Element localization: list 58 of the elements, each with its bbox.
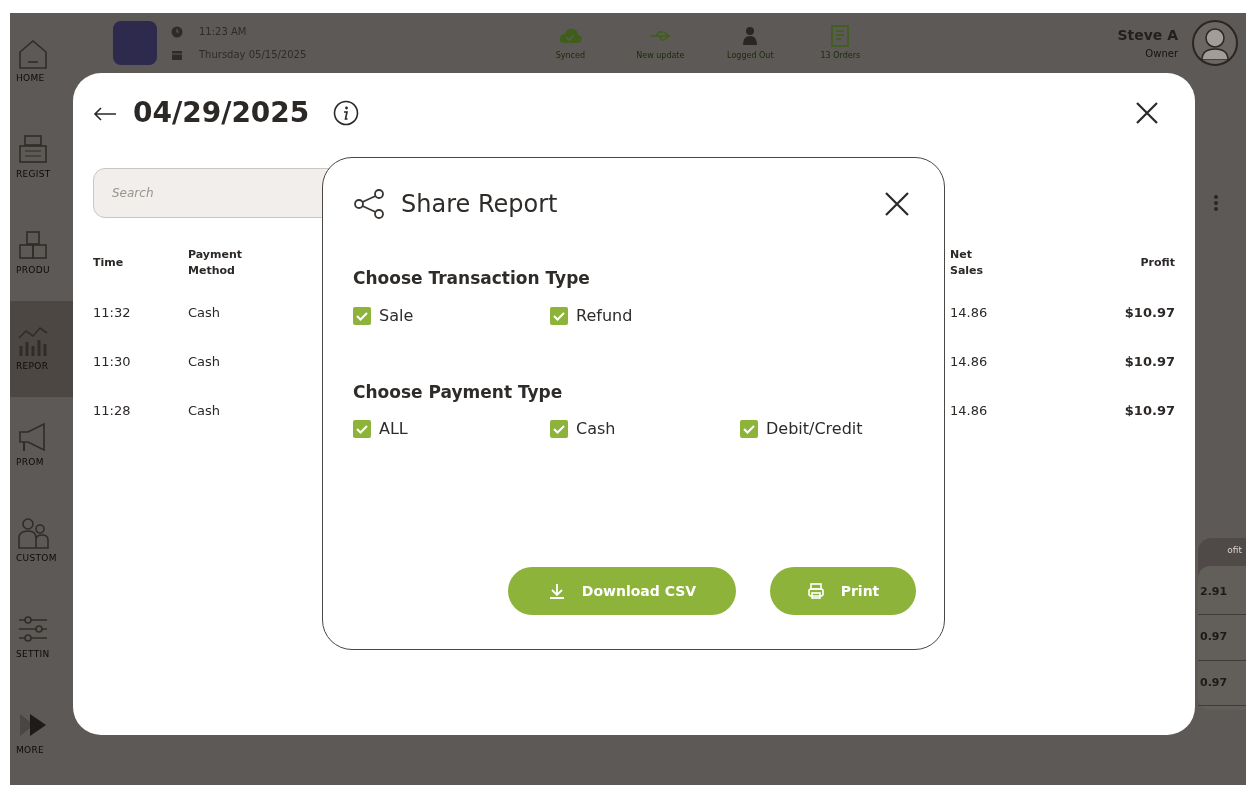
info-icon[interactable] — [333, 100, 360, 126]
table-cell-text: Cash — [188, 401, 221, 420]
checkbox-option[interactable]: Sale — [353, 303, 550, 328]
checkbox[interactable] — [740, 420, 758, 438]
status-indicator[interactable]: Synced — [525, 24, 616, 62]
status-indicator[interactable]: New update — [615, 24, 706, 62]
dialog-title: Share Report — [401, 189, 558, 220]
calendar-icon — [171, 48, 183, 61]
status-indicator[interactable]: Logged Out — [705, 24, 796, 62]
sidebar-item[interactable]: HOME — [10, 13, 105, 109]
section-heading: Choose Payment Type — [353, 380, 564, 404]
sidebar-item[interactable]: CUSTOM — [10, 493, 105, 589]
report-date: 04/29/2025 — [133, 95, 310, 131]
section-heading: Choose Transaction Type — [353, 267, 591, 290]
kebab-menu-icon[interactable] — [1212, 193, 1220, 213]
checkbox-option[interactable]: Refund — [550, 303, 740, 328]
back-arrow-icon[interactable] — [93, 105, 117, 122]
checkbox[interactable] — [353, 306, 371, 325]
user-avatar[interactable] — [1192, 20, 1238, 66]
table-cell-text: 14.86 — [950, 303, 988, 322]
sidebar-item[interactable]: MORE — [10, 685, 105, 781]
table-cell-text: 14.86 — [950, 352, 988, 371]
user-role: Owner — [1144, 47, 1178, 61]
chart-icon — [16, 324, 50, 359]
column-header: Payment Method — [188, 246, 244, 279]
sidebar-item[interactable]: SETTIN — [10, 589, 105, 685]
column-header: Time — [93, 254, 124, 271]
share-icon — [353, 188, 385, 220]
summary-value: 2.91 — [1198, 569, 1246, 615]
table-cell-text: $10.97 — [1124, 352, 1175, 371]
summary-value: 0.97 — [1198, 660, 1246, 706]
close-icon[interactable] — [1135, 101, 1159, 126]
download-icon — [547, 582, 566, 600]
download-button[interactable]: Download CSV — [508, 567, 736, 615]
column-header: Profit — [1140, 254, 1175, 271]
column-header: Net Sales — [950, 246, 985, 279]
user-name: Steve A — [1117, 26, 1178, 45]
table-cell-text: 11:28 — [93, 401, 131, 420]
checkbox-option[interactable]: Debit/Credit — [740, 417, 930, 441]
table-cell-text: 14.86 — [950, 401, 988, 420]
column-header: ofit — [1226, 544, 1243, 557]
checkbox-option[interactable]: Cash — [550, 417, 740, 441]
table-cell-text: $10.97 — [1124, 401, 1175, 420]
table-cell-text: $10.97 — [1124, 303, 1175, 322]
close-icon[interactable] — [884, 191, 910, 217]
table-cell-text: Cash — [188, 303, 221, 322]
checkbox-option[interactable]: ALL — [353, 417, 550, 441]
checkbox[interactable] — [550, 306, 568, 325]
printer-icon — [806, 582, 825, 600]
checkbox[interactable] — [353, 420, 371, 438]
clock-icon — [171, 25, 183, 38]
checkbox[interactable] — [550, 420, 568, 438]
table-cell-text: Cash — [188, 352, 221, 371]
status-indicator[interactable]: 13 Orders — [795, 24, 886, 62]
people-icon — [16, 516, 50, 551]
app-logo — [113, 21, 157, 65]
summary-value: 0.97 — [1198, 615, 1246, 661]
print-button[interactable]: Print — [770, 567, 916, 615]
